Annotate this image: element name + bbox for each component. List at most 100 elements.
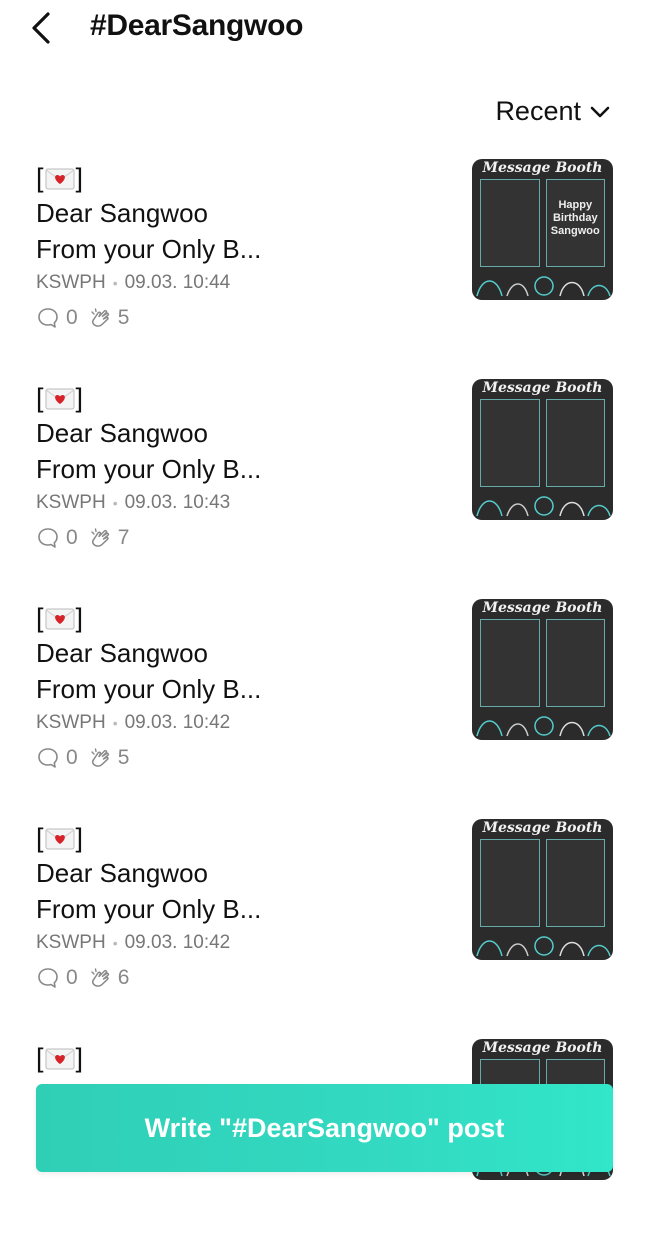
like-count-value: 5	[117, 746, 130, 769]
post-time: 09.03. 10:43	[124, 492, 231, 513]
post-time: 09.03. 10:42	[124, 932, 231, 953]
meta-separator: •	[112, 715, 118, 731]
comment-count-value: 0	[66, 526, 78, 549]
post-text: [] Dear Sangwoo From your Only B... KSWPH • 0…	[36, 381, 456, 550]
post-title-icon-line: []	[36, 383, 84, 413]
post-title-icon-line: []	[36, 823, 84, 853]
meta-separator: •	[112, 935, 118, 951]
thumbnail-panel-left	[480, 399, 540, 487]
thumbnail-title: Message Booth	[482, 600, 603, 616]
post-item[interactable]: [] Dear Sangwoo From your Only B... KSWPH • 0…	[0, 815, 649, 1035]
post-line-1: Dear Sangwoo	[36, 198, 208, 228]
comment-count: 0	[36, 746, 78, 770]
post-line-1: Dear Sangwoo	[36, 638, 208, 668]
love-letter-icon	[45, 1048, 75, 1070]
post-line-2: From your Only B...	[36, 454, 262, 484]
comment-count: 0	[36, 526, 78, 550]
thumbnail-panel-text: Happy Birthday Sangwoo	[550, 199, 600, 237]
sort-dropdown[interactable]: Recent	[495, 96, 611, 127]
like-count-value: 5	[117, 306, 130, 329]
thumbnail-panels	[480, 619, 605, 707]
like-count: 5	[88, 306, 130, 330]
thumbnail-title: Message Booth	[482, 820, 603, 836]
comment-count-value: 0	[66, 966, 78, 989]
comment-icon	[38, 528, 58, 548]
thumbnail-panels: Happy Birthday Sangwoo	[480, 179, 605, 267]
post-author[interactable]: KSWPH	[36, 932, 106, 954]
thumbnail-title: Message Booth	[482, 160, 603, 176]
thumbnail-panel-right	[545, 399, 605, 487]
post-thumbnail[interactable]: Message Booth	[472, 379, 613, 520]
post-thumbnail[interactable]: Message Booth Happy Birthday Sangwoo	[472, 159, 613, 300]
sort-label: Recent	[495, 96, 581, 126]
post-text: [] Dear Sangwoo From your Only B... KSWPH • 0…	[36, 161, 456, 330]
post-author[interactable]: KSWPH	[36, 712, 106, 734]
thumbnail-panel-left	[480, 179, 540, 267]
back-button[interactable]	[26, 8, 62, 48]
comment-count: 0	[36, 306, 78, 330]
post-meta: KSWPH • 09.03. 10:44	[36, 272, 456, 294]
post-stats: 05	[36, 746, 456, 770]
post-time: 09.03. 10:44	[124, 272, 231, 293]
chevron-down-icon	[590, 106, 610, 117]
thumbnail-panel-left	[480, 839, 540, 927]
thumbnail-doodle-art	[476, 496, 611, 517]
thumbnail-title: Message Booth	[482, 380, 603, 396]
like-count: 7	[88, 526, 130, 550]
thumbnail-panels	[480, 839, 605, 927]
clap-icon	[90, 308, 109, 327]
post-text: [] Dear Sangwoo From your Only B... KSWPH • 0…	[36, 601, 456, 770]
comment-icon	[38, 968, 58, 988]
comment-icon	[38, 308, 58, 328]
post-meta: KSWPH • 09.03. 10:42	[36, 712, 456, 734]
like-count: 5	[88, 746, 130, 770]
love-letter-icon	[45, 828, 75, 850]
post-title-icon-line: []	[36, 163, 84, 193]
thumbnail-panel-left	[480, 619, 540, 707]
thumbnail-doodle-art	[476, 716, 611, 737]
comment-icon	[38, 748, 58, 768]
post-stats: 06	[36, 966, 456, 990]
clap-icon	[90, 748, 109, 767]
post-item[interactable]: [] Dear Sangwoo From your Only B... KSWPH • 0…	[0, 155, 649, 375]
like-count-value: 6	[117, 966, 130, 989]
comment-count: 0	[36, 966, 78, 990]
post-stats: 05	[36, 306, 456, 330]
post-meta: KSWPH • 09.03. 10:43	[36, 492, 456, 514]
post-item[interactable]: [] Dear Sangwoo From your Only B... KSWPH • 0…	[0, 595, 649, 815]
post-title-icon-line: []	[36, 1043, 84, 1073]
love-letter-icon	[45, 168, 75, 190]
post-item[interactable]: [] Dear Sangwoo From your Only B... KSWPH • 0…	[0, 375, 649, 595]
post-line-1: Dear Sangwoo	[36, 418, 208, 448]
post-author[interactable]: KSWPH	[36, 272, 106, 294]
thumbnail-doodle-art	[476, 276, 611, 297]
like-count-value: 7	[117, 526, 130, 549]
thumbnail-doodle-art	[476, 936, 611, 957]
top-bar: #DearSangwoo	[0, 0, 649, 60]
love-letter-icon	[45, 388, 75, 410]
write-post-button[interactable]: Write "#DearSangwoo" post	[36, 1084, 613, 1172]
post-line-2: From your Only B...	[36, 894, 262, 924]
post-thumbnail[interactable]: Message Booth	[472, 599, 613, 740]
post-line-2: From your Only B...	[36, 234, 262, 264]
thumbnail-panel-right	[545, 619, 605, 707]
post-stats: 07	[36, 526, 456, 550]
post-meta: KSWPH • 09.03. 10:42	[36, 932, 456, 954]
post-line-2: From your Only B...	[36, 674, 262, 704]
thumbnail-panels	[480, 399, 605, 487]
thumbnail-panel-right: Happy Birthday Sangwoo	[545, 179, 605, 267]
post-author[interactable]: KSWPH	[36, 492, 106, 514]
thumbnail-panel-right	[545, 839, 605, 927]
post-thumbnail[interactable]: Message Booth	[472, 819, 613, 960]
page-title: #DearSangwoo	[90, 9, 304, 42]
post-time: 09.03. 10:42	[124, 712, 231, 733]
post-title-icon-line: []	[36, 603, 84, 633]
clap-icon	[90, 968, 109, 987]
meta-separator: •	[112, 495, 118, 511]
love-letter-icon	[45, 608, 75, 630]
post-text: [] Dear Sangwoo From your Only B... KSWPH • 0…	[36, 821, 456, 990]
comment-count-value: 0	[66, 306, 78, 329]
post-line-1: Dear Sangwoo	[36, 858, 208, 888]
like-count: 6	[88, 966, 130, 990]
clap-icon	[90, 528, 109, 547]
